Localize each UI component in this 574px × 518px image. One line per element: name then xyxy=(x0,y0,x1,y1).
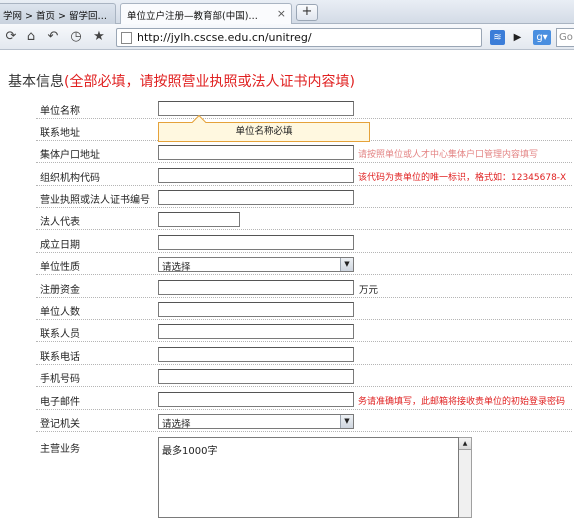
navigation-toolbar: ⟳ ⌂ ↶ ◷ ★ http://jylh.cscse.edu.cn/unitr… xyxy=(0,24,574,50)
address-label: 联系地址 xyxy=(40,128,80,139)
org-code-label: 组织机构代码 xyxy=(40,173,100,184)
unit-type-label: 单位性质 xyxy=(40,262,80,273)
email-input[interactable] xyxy=(158,392,354,407)
row-mobile: 手机号码 xyxy=(36,367,572,387)
capital-input[interactable] xyxy=(158,280,354,295)
email-hint: 务请准确填写，此邮箱将接收贵单位的初始登录密码 xyxy=(358,397,566,407)
mobile-label: 手机号码 xyxy=(40,374,80,385)
license-no-input[interactable] xyxy=(158,190,354,205)
history-icon[interactable]: ◷ xyxy=(68,29,84,45)
collective-address-input[interactable] xyxy=(158,145,354,160)
undo-icon[interactable]: ↶ xyxy=(45,29,61,45)
legal-rep-label: 法人代表 xyxy=(40,217,80,228)
staff-count-input[interactable] xyxy=(158,302,354,317)
row-license-no: 营业执照或法人证书编号 xyxy=(36,188,572,208)
new-tab-button[interactable]: + xyxy=(296,4,318,21)
page-icon xyxy=(121,32,132,44)
search-field[interactable]: Go xyxy=(556,28,574,47)
translate-icon[interactable]: ≋ xyxy=(490,30,505,45)
phone-label: 联系电话 xyxy=(40,352,80,363)
tab-bar: 学网 > 首页 > 留学回… 单位立户注册—教育部(中国)… × + xyxy=(0,0,574,25)
row-unit-type: 单位性质 请选择 ▼ xyxy=(36,255,572,275)
tab-label: 学网 > 首页 > 留学回… xyxy=(3,11,107,22)
capital-unit: 万元 xyxy=(359,285,379,296)
unit-type-select[interactable]: 请选择 ▼ xyxy=(158,257,354,273)
reg-authority-label: 登记机关 xyxy=(40,419,80,430)
main-business-textarea[interactable]: 最多1000字 xyxy=(158,437,459,518)
main-business-label: 主营业务 xyxy=(40,444,80,455)
org-code-input[interactable] xyxy=(158,168,354,183)
tab-label: 单位立户注册—教育部(中国)… xyxy=(127,11,258,22)
reg-authority-selected: 请选择 xyxy=(162,419,191,430)
close-icon[interactable]: × xyxy=(277,7,286,20)
reg-authority-select[interactable]: 请选择 ▼ xyxy=(158,414,354,430)
row-unit-name: 单位名称 xyxy=(36,99,572,119)
row-contact: 联系人员 xyxy=(36,322,572,342)
row-capital: 注册资金 万元 xyxy=(36,278,572,298)
capital-label: 注册资金 xyxy=(40,285,80,296)
email-label: 电子邮件 xyxy=(40,397,80,408)
row-phone: 联系电话 xyxy=(36,345,572,365)
reload-icon[interactable]: ⟳ xyxy=(3,29,19,45)
chevron-down-icon[interactable]: ▼ xyxy=(340,415,353,428)
main-business-text: 最多1000字 xyxy=(162,446,218,457)
row-org-code: 组织机构代码 该代码为贵单位的唯一标识，格式如：12345678-X xyxy=(36,166,572,186)
star-icon[interactable]: ★ xyxy=(91,29,107,45)
search-placeholder: Go xyxy=(559,32,573,43)
phone-input[interactable] xyxy=(158,347,354,362)
legal-rep-input[interactable] xyxy=(158,212,240,227)
collective-address-label: 集体户口地址 xyxy=(40,150,100,161)
license-no-label: 营业执照或法人证书编号 xyxy=(40,195,150,206)
scroll-up-icon[interactable]: ▲ xyxy=(459,438,471,450)
section-required-note: (全部必填，请按照营业执照或法人证书内容填) xyxy=(64,74,355,90)
unit-name-input[interactable] xyxy=(158,101,354,116)
row-staff-count: 单位人数 xyxy=(36,300,572,320)
collective-address-hint: 请按照单位或人才中心集体户口管理内容填写 xyxy=(358,150,539,160)
founded-input[interactable] xyxy=(158,235,354,250)
chevron-down-icon[interactable]: ▼ xyxy=(340,258,353,271)
row-founded: 成立日期 xyxy=(36,233,572,253)
org-code-hint: 该代码为贵单位的唯一标识，格式如：12345678-X xyxy=(358,173,567,183)
tab-previous[interactable]: 学网 > 首页 > 留学回… xyxy=(0,3,116,24)
row-reg-authority: 登记机关 请选择 ▼ xyxy=(36,412,572,432)
address-bar[interactable]: http://jylh.cscse.edu.cn/unitreg/ xyxy=(116,28,482,47)
tooltip-text: 单位名称必填 xyxy=(235,126,293,137)
contact-label: 联系人员 xyxy=(40,329,80,340)
unit-name-label: 单位名称 xyxy=(40,106,80,117)
row-legal-rep: 法人代表 xyxy=(36,210,572,230)
section-title-text: 基本信息 xyxy=(8,74,64,90)
scrollbar[interactable]: ▲ xyxy=(459,437,472,518)
play-icon[interactable]: ▶ xyxy=(510,30,525,45)
tab-active[interactable]: 单位立户注册—教育部(中国)… × xyxy=(120,3,292,25)
home-icon[interactable]: ⌂ xyxy=(23,29,39,45)
row-email: 电子邮件 务请准确填写，此邮箱将接收贵单位的初始登录密码 xyxy=(36,390,572,410)
founded-label: 成立日期 xyxy=(40,240,80,251)
staff-count-label: 单位人数 xyxy=(40,307,80,318)
section-title: 基本信息(全部必填，请按照营业执照或法人证书内容填) xyxy=(8,71,355,91)
mobile-input[interactable] xyxy=(158,369,354,384)
google-icon[interactable]: g▾ xyxy=(533,30,551,45)
row-collective-address: 集体户口地址 请按照单位或人才中心集体户口管理内容填写 xyxy=(36,143,572,163)
validation-tooltip: 单位名称必填 xyxy=(158,114,370,142)
url-text: http://jylh.cscse.edu.cn/unitreg/ xyxy=(137,31,312,44)
unit-type-selected: 请选择 xyxy=(162,262,191,273)
contact-input[interactable] xyxy=(158,324,354,339)
